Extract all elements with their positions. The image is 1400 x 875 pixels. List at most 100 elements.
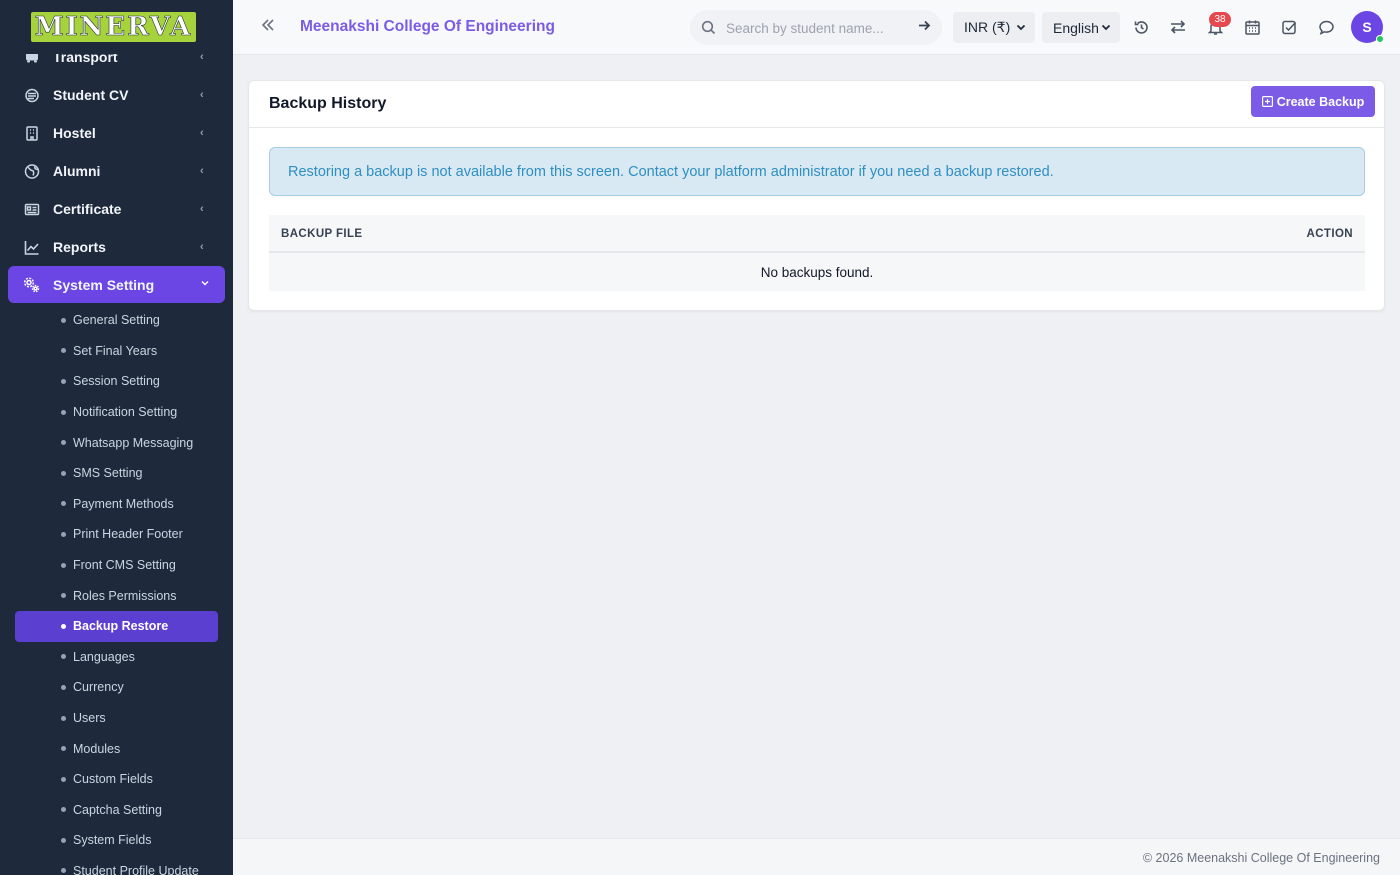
sidebar-item-label: Certificate <box>53 201 122 217</box>
avatar[interactable]: S <box>1351 11 1384 43</box>
collapse-sidebar-icon[interactable] <box>261 18 275 37</box>
notification-badge: 38 <box>1209 12 1231 27</box>
chevron-left-icon: ‹ <box>200 165 204 177</box>
currency-value: INR (₹) <box>964 19 1011 35</box>
submenu-item-label: Captcha Setting <box>73 802 162 817</box>
footer-copyright: © 2026 Meenakshi College Of Engineering <box>1142 851 1380 865</box>
bullet-icon <box>61 807 66 813</box>
avatar-initial: S <box>1362 19 1372 35</box>
sidebar: MINERVA Transport ‹ Student CV ‹ Hostel … <box>0 0 233 875</box>
create-backup-button[interactable]: Create Backup <box>1251 86 1375 117</box>
gears-icon <box>23 276 40 293</box>
submenu-item-label: Print Header Footer <box>73 527 183 542</box>
task-check-icon[interactable] <box>1279 17 1299 37</box>
info-alert: Restoring a backup is not available from… <box>269 147 1365 196</box>
submenu-item-label: Modules <box>73 741 121 756</box>
submenu-item-print-header-footer[interactable]: Print Header Footer <box>0 519 233 550</box>
submenu-item-label: Users <box>73 711 106 726</box>
sidebar-item-label: Reports <box>53 239 106 255</box>
page-title[interactable]: Meenakshi College Of Engineering <box>300 18 555 36</box>
submenu-item-label: Front CMS Setting <box>73 558 176 573</box>
sidebar-item-student-cv[interactable]: Student CV ‹ <box>0 76 233 114</box>
submenu-item-general-setting[interactable]: General Setting <box>0 305 233 336</box>
sidebar-item-label: Alumni <box>53 163 101 179</box>
submenu-item-session-setting[interactable]: Session Setting <box>0 366 233 397</box>
submenu-item-front-cms-setting[interactable]: Front CMS Setting <box>0 550 233 581</box>
sidebar-item-system-setting[interactable]: System Setting <box>8 266 225 303</box>
submenu-item-roles-permissions[interactable]: Roles Permissions <box>0 580 233 611</box>
chevron-left-icon: ‹ <box>200 203 204 215</box>
footer: © 2026 Meenakshi College Of Engineering <box>233 838 1400 875</box>
sidebar-item-alumni[interactable]: Alumni ‹ <box>0 152 233 190</box>
currency-select[interactable]: INR (₹) <box>953 12 1035 43</box>
submenu-item-label: System Fields <box>73 833 152 848</box>
submenu-item-label: Payment Methods <box>73 496 174 511</box>
submenu-item-users[interactable]: Users <box>0 703 233 734</box>
bullet-icon <box>61 501 66 507</box>
chat-icon[interactable] <box>1316 17 1336 37</box>
table-empty-row: No backups found. <box>269 253 1365 291</box>
submenu-item-label: SMS Setting <box>73 466 143 481</box>
logo[interactable]: MINERVA <box>0 0 233 54</box>
sidebar-item-label: System Setting <box>53 276 155 293</box>
building-icon <box>23 125 40 142</box>
submenu-item-set-final-years[interactable]: Set Final Years <box>0 336 233 367</box>
sidebar-item-hostel[interactable]: Hostel ‹ <box>0 114 233 152</box>
bullet-icon <box>61 746 66 752</box>
bullet-icon <box>61 470 66 476</box>
calendar-icon[interactable] <box>1242 17 1262 37</box>
arrow-right-icon[interactable] <box>918 19 931 36</box>
submenu-item-label: Custom Fields <box>73 772 153 787</box>
bullet-icon <box>61 837 66 843</box>
language-select[interactable]: English <box>1042 12 1120 43</box>
chevron-down-icon <box>200 278 210 291</box>
language-value: English <box>1053 19 1099 36</box>
submenu-item-student-profile-update[interactable]: Student Profile Update <box>0 856 233 875</box>
chevron-left-icon: ‹ <box>200 89 204 101</box>
history-icon[interactable] <box>1131 17 1151 37</box>
submenu-item-custom-fields[interactable]: Custom Fields <box>0 764 233 795</box>
submenu-item-label: Notification Setting <box>73 405 178 420</box>
submenu-item-label: Currency <box>73 680 124 695</box>
certificate-icon <box>23 201 40 218</box>
bullet-icon <box>61 868 66 874</box>
sidebar-item-reports[interactable]: Reports ‹ <box>0 228 233 266</box>
submenu-item-system-fields[interactable]: System Fields <box>0 825 233 856</box>
chevron-left-icon: ‹ <box>200 127 204 139</box>
submenu-item-captcha-setting[interactable]: Captcha Setting <box>0 795 233 826</box>
submenu-item-notification-setting[interactable]: Notification Setting <box>0 397 233 428</box>
bullet-icon <box>61 348 66 354</box>
bullet-icon <box>61 684 66 690</box>
chevron-down-icon <box>1100 20 1112 32</box>
create-backup-label: Create Backup <box>1276 94 1365 109</box>
submenu-item-languages[interactable]: Languages <box>0 642 233 673</box>
submenu-item-currency[interactable]: Currency <box>0 672 233 703</box>
empty-message: No backups found. <box>760 264 874 280</box>
submenu-item-backup-restore[interactable]: Backup Restore <box>15 610 218 642</box>
submenu-item-label: Session Setting <box>73 374 160 389</box>
search-input[interactable] <box>726 18 906 38</box>
backup-history-card: Backup History Create Backup Restoring a… <box>248 80 1385 311</box>
logo-text: MINERVA <box>34 12 193 43</box>
submenu-item-modules[interactable]: Modules <box>0 733 233 764</box>
bullet-icon <box>61 409 66 415</box>
bullet-icon <box>61 654 66 660</box>
submenu-item-label: Set Final Years <box>73 343 158 358</box>
sidebar-item-certificate[interactable]: Certificate ‹ <box>0 190 233 228</box>
submenu-item-payment-methods[interactable]: Payment Methods <box>0 489 233 520</box>
submenu-item-whatsapp-messaging[interactable]: Whatsapp Messaging <box>0 427 233 458</box>
globe-icon <box>23 163 40 180</box>
search-icon <box>701 20 716 35</box>
chart-line-icon <box>23 239 40 256</box>
card-header: Backup History Create Backup <box>249 81 1384 128</box>
table-header: BACKUP FILE ACTION <box>269 215 1365 253</box>
submenu-item-label: Roles Permissions <box>73 588 177 603</box>
swap-icon[interactable] <box>1168 17 1188 37</box>
student-search <box>690 10 942 45</box>
card-title: Backup History <box>269 95 387 112</box>
column-header-action: ACTION <box>1306 228 1353 240</box>
submenu-item-label: Backup Restore <box>73 619 169 634</box>
submenu-item-sms-setting[interactable]: SMS Setting <box>0 458 233 489</box>
sidebar-item-label: Hostel <box>53 125 96 141</box>
bullet-icon <box>61 562 66 568</box>
